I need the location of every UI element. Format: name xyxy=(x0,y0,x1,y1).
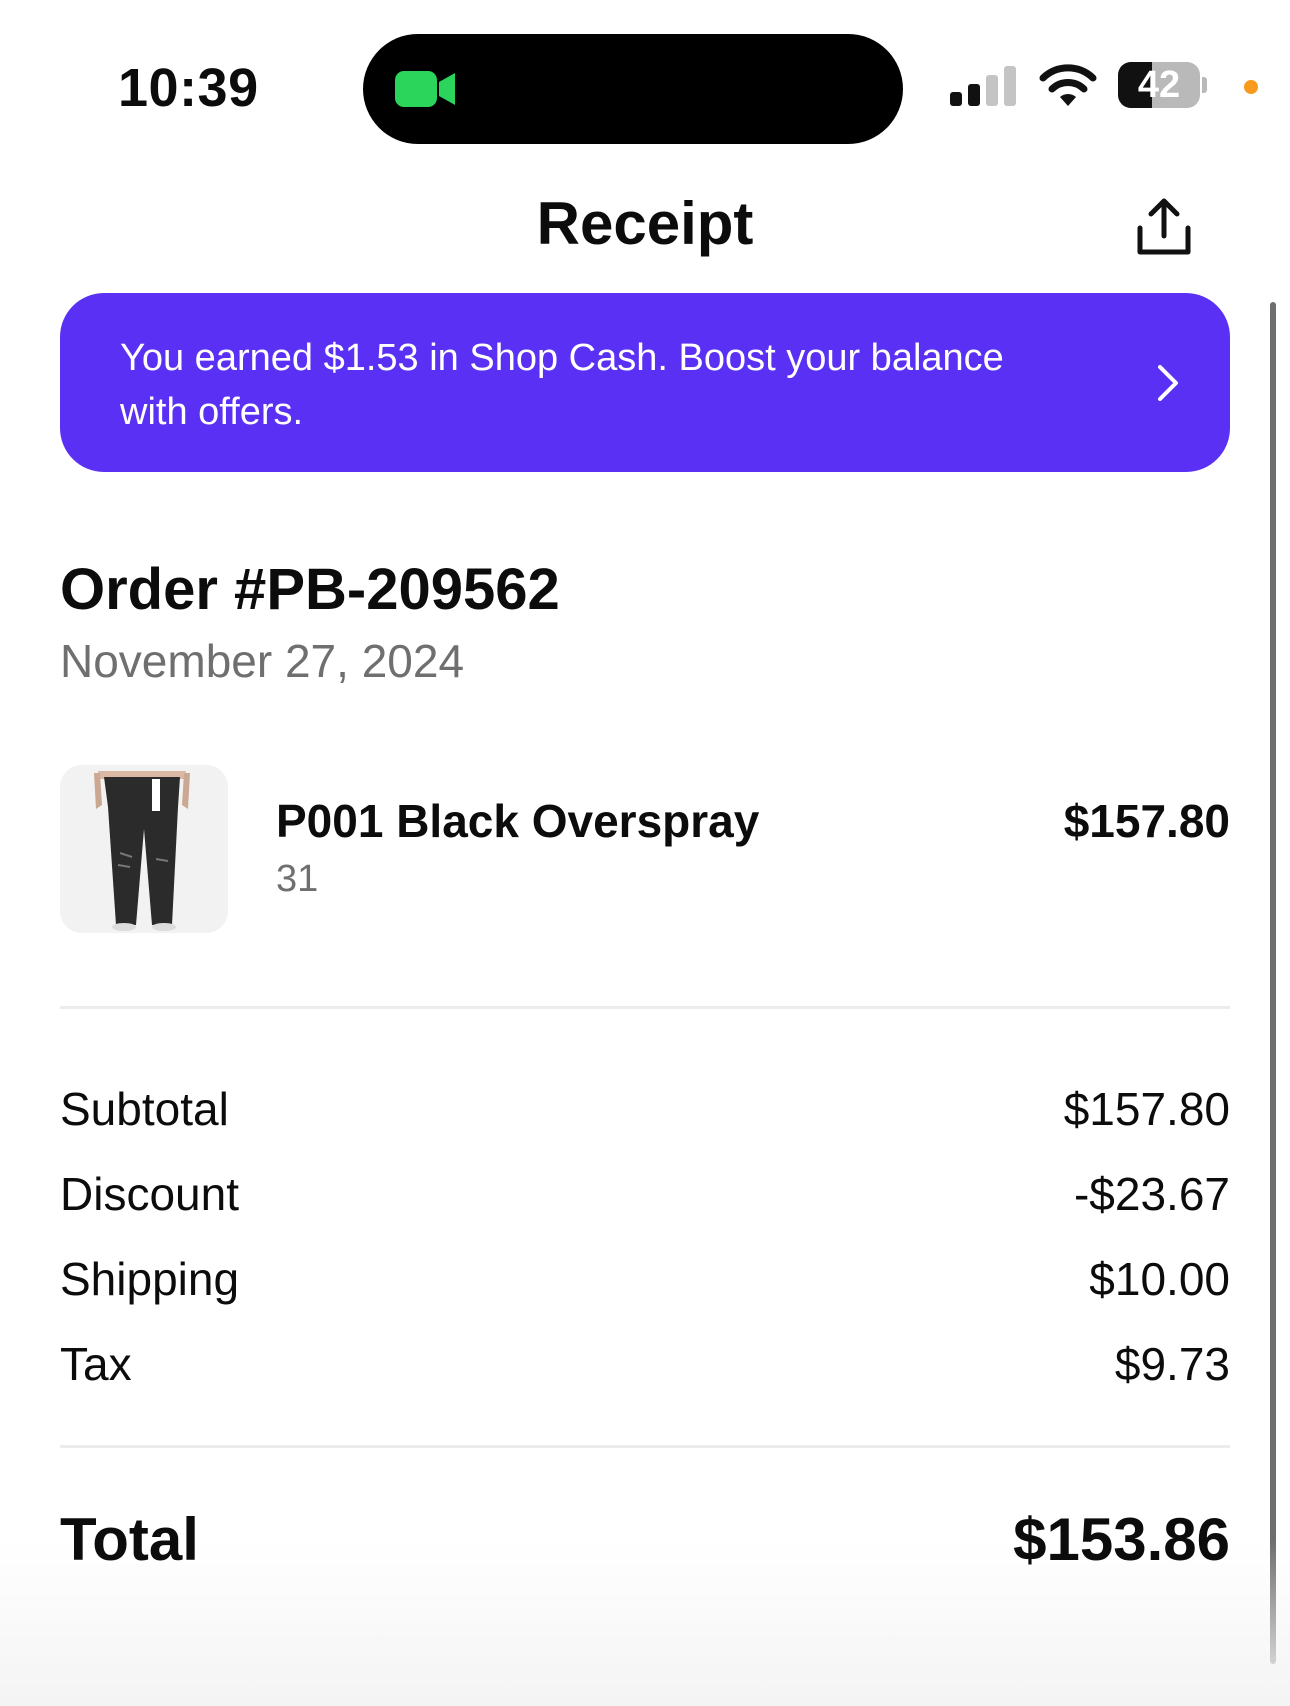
scrollbar[interactable] xyxy=(1270,302,1276,1664)
subtotal-row: Subtotal $157.80 xyxy=(60,1077,1230,1141)
total-value: $153.86 xyxy=(1013,1506,1230,1573)
wifi-icon xyxy=(1039,64,1097,106)
shipping-value: $10.00 xyxy=(1089,1253,1230,1305)
shop-cash-banner[interactable]: You earned $1.53 in Shop Cash. Boost you… xyxy=(60,293,1230,472)
page-title: Receipt xyxy=(536,190,754,257)
order-number: Order #PB-209562 xyxy=(60,557,560,622)
privacy-indicator-dot xyxy=(1244,80,1258,94)
order-date: November 27, 2024 xyxy=(60,635,465,687)
dynamic-island xyxy=(363,34,903,144)
cellular-signal-icon xyxy=(950,66,1016,106)
tax-value: $9.73 xyxy=(1114,1338,1230,1390)
product-price: $157.80 xyxy=(1063,795,1230,847)
status-time: 10:39 xyxy=(118,58,259,118)
battery-indicator: 42 xyxy=(1118,62,1207,108)
discount-row: Discount -$23.67 xyxy=(60,1162,1230,1226)
battery-level-text: 42 xyxy=(1137,64,1181,106)
video-camera-icon xyxy=(395,71,455,107)
discount-label: Discount xyxy=(60,1168,239,1220)
total-label: Total xyxy=(60,1506,199,1573)
product-variant: 31 xyxy=(276,858,319,900)
subtotal-label: Subtotal xyxy=(60,1083,229,1135)
chevron-right-icon xyxy=(1158,365,1178,401)
shop-cash-banner-text: You earned $1.53 in Shop Cash. Boost you… xyxy=(120,337,1004,433)
tax-row: Tax $9.73 xyxy=(60,1332,1230,1396)
subtotal-value: $157.80 xyxy=(1063,1083,1230,1135)
shipping-row: Shipping $10.00 xyxy=(60,1247,1230,1311)
divider xyxy=(60,1006,1230,1009)
line-item[interactable]: P001 Black Overspray 31 $157.80 xyxy=(60,765,1230,935)
tax-label: Tax xyxy=(60,1338,132,1390)
status-bar: 10:39 42 xyxy=(0,0,1290,160)
divider xyxy=(60,1445,1230,1448)
shipping-label: Shipping xyxy=(60,1253,240,1305)
product-name: P001 Black Overspray xyxy=(276,795,760,847)
share-icon[interactable] xyxy=(1132,196,1196,260)
jeans-product-image xyxy=(60,765,228,933)
total-row: Total $153.86 xyxy=(60,1500,1230,1580)
discount-value: -$23.67 xyxy=(1073,1168,1230,1220)
